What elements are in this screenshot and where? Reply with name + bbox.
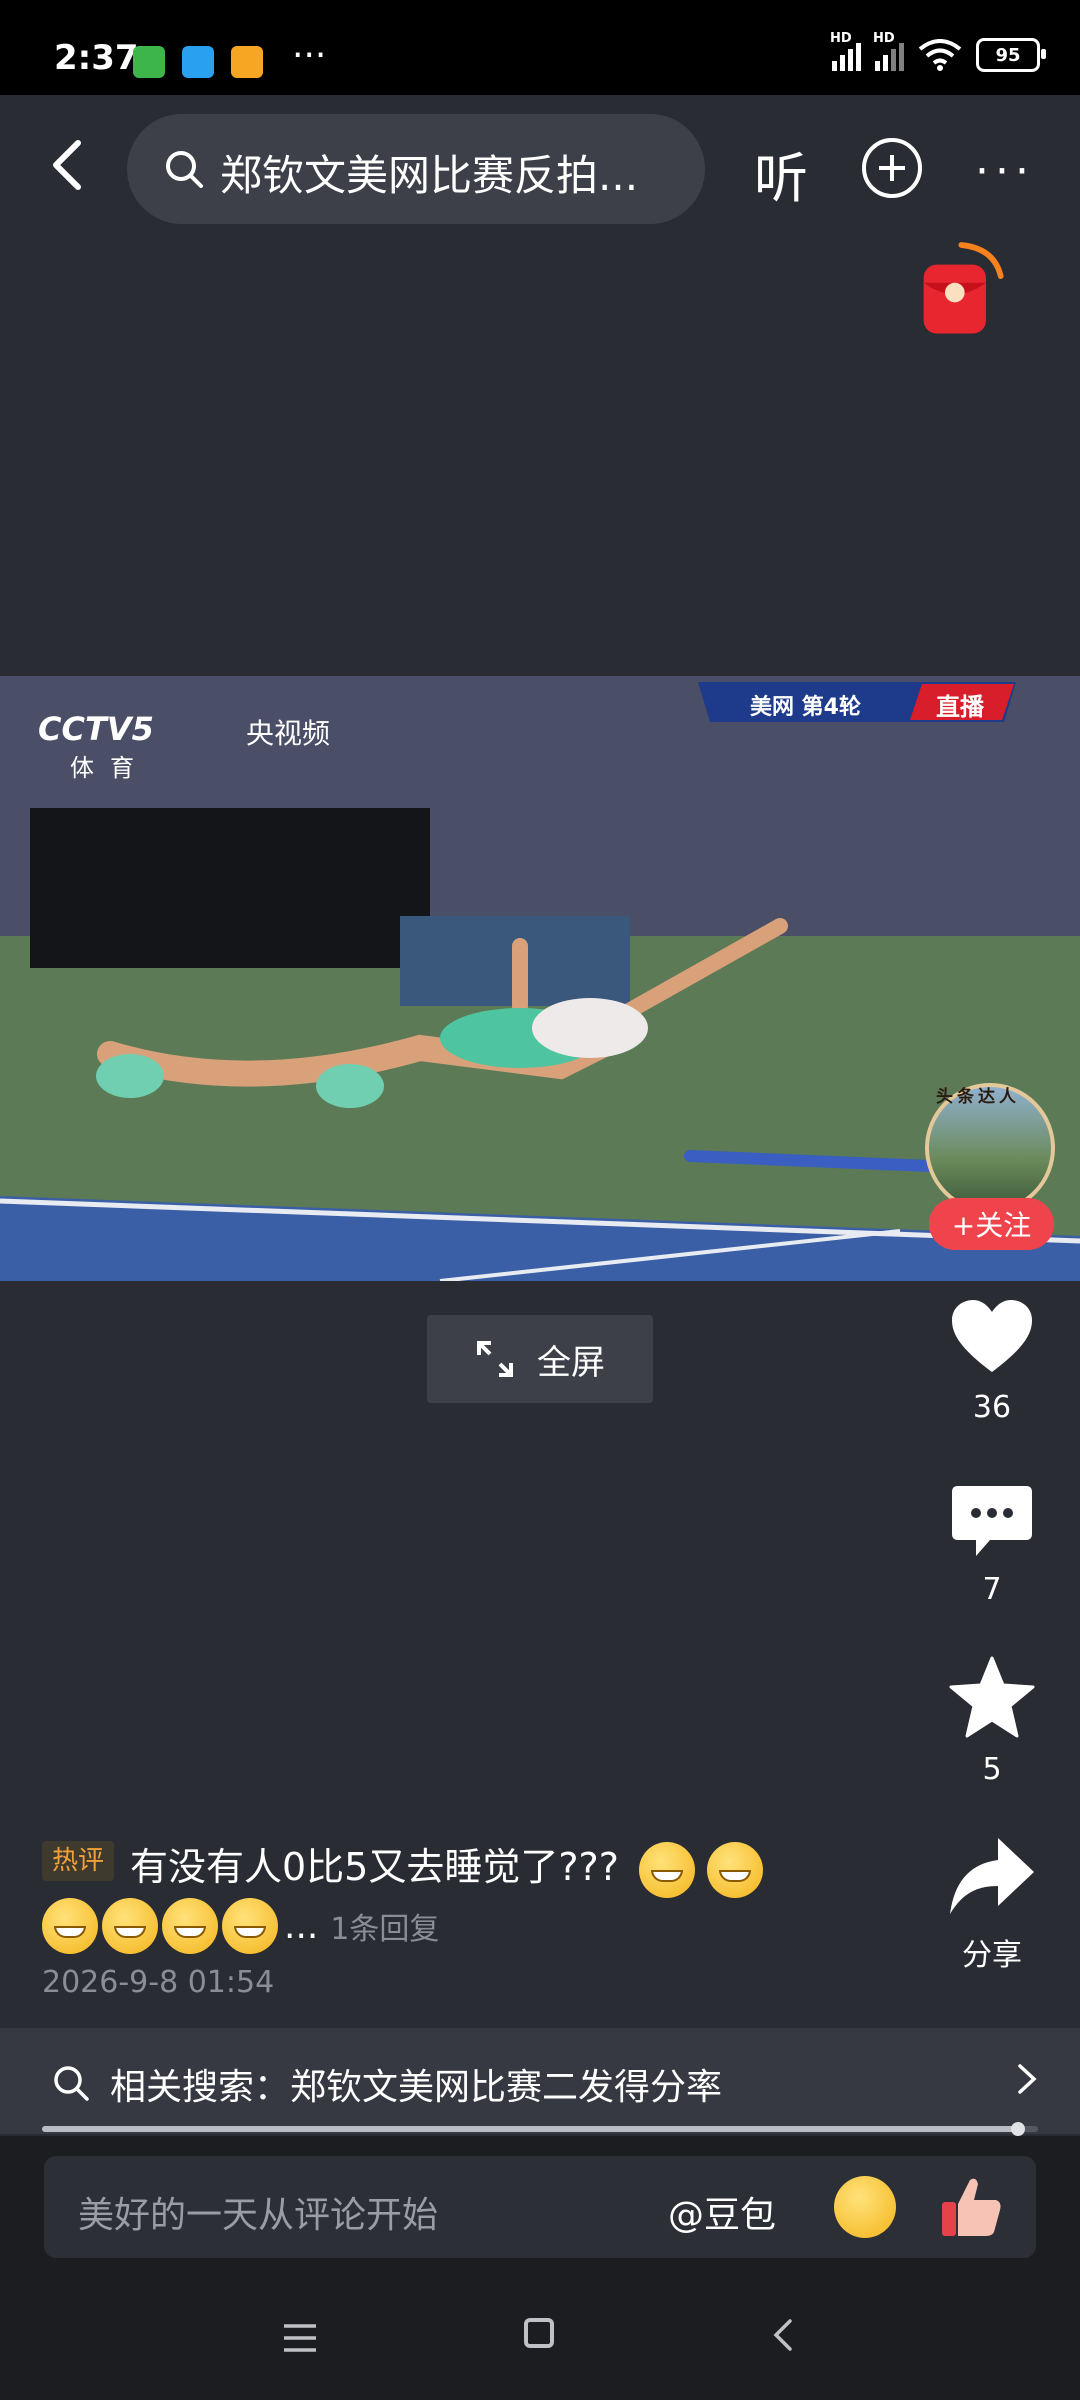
- comment-count: 7: [982, 1572, 1002, 1607]
- search-query: 郑钦文美网比赛反拍...: [220, 151, 639, 200]
- mention-doubao-button[interactable]: @豆包: [668, 2186, 776, 2238]
- favorite-count: 5: [982, 1752, 1002, 1787]
- chevron-right-icon: [1018, 2064, 1037, 2094]
- comment-timestamp: 2026-9-8 01:54: [42, 1965, 275, 2000]
- home-nav-button[interactable]: [524, 2318, 554, 2348]
- comment-icon: [952, 1486, 1032, 1556]
- yangshipin-logo: 央视频: [246, 717, 331, 750]
- comment-input[interactable]: 美好的一天从评论开始 @豆包: [44, 2156, 1036, 2258]
- message-app-icon: [231, 46, 263, 78]
- cctv5-logo: CCTV5: [38, 710, 154, 748]
- status-indicators: HD HD 95: [830, 31, 1046, 72]
- bottom-comment-bar: 美好的一天从评论开始 @豆包: [0, 2136, 1080, 2400]
- avatar-badge: 头条达人: [936, 1087, 1020, 1107]
- video-progress-bar[interactable]: [42, 2122, 1038, 2136]
- search-bar[interactable]: 郑钦文美网比赛反拍...: [127, 114, 705, 224]
- signal-icon: HD: [830, 31, 861, 71]
- rofl-emoji-icon: [102, 1898, 158, 1954]
- star-icon: [949, 1656, 1035, 1738]
- share-label: 分享: [962, 1938, 1022, 1973]
- video-player[interactable]: CCTV5 体育 央视频 美网 第4轮 直播: [0, 676, 1080, 1281]
- progress-handle[interactable]: [1011, 2122, 1026, 2136]
- fullscreen-label: 全屏: [537, 1342, 605, 1383]
- red-envelope-icon[interactable]: [922, 236, 1004, 354]
- more-notifications-icon: ···: [292, 35, 327, 76]
- grin-emoji-icon: [707, 1841, 764, 1898]
- heart-icon: [952, 1300, 1032, 1372]
- comment-placeholder: 美好的一天从评论开始: [78, 2195, 439, 2236]
- status-time: 2:37: [54, 38, 139, 78]
- cctv5-sub-logo: 体育: [70, 754, 150, 782]
- share-icon: [950, 1838, 1034, 1914]
- fullscreen-button[interactable]: 全屏: [427, 1315, 653, 1403]
- grin-emoji-icon: [42, 1898, 98, 1954]
- download-app-icon: [133, 46, 165, 78]
- more-options-button[interactable]: ···: [975, 146, 1035, 197]
- follow-button[interactable]: +关注: [929, 1198, 1054, 1250]
- battery-icon: 95: [976, 38, 1046, 72]
- thumbs-up-icon[interactable]: [940, 2174, 1004, 2240]
- search-icon: [54, 2066, 89, 2101]
- grin-emoji-icon: [638, 1841, 695, 1898]
- like-button[interactable]: 36: [940, 1298, 1044, 1425]
- share-button[interactable]: 分享: [940, 1836, 1044, 1974]
- menu-nav-button[interactable]: [282, 2322, 318, 2354]
- hot-comment-badge: 热评: [42, 1841, 115, 1881]
- wifi-icon: [918, 39, 962, 71]
- back-button[interactable]: [40, 135, 100, 195]
- related-search-text: 相关搜索：郑钦文美网比赛二发得分率: [110, 2067, 723, 2108]
- comment-ellipsis: ...: [284, 1905, 319, 1947]
- signal-icon-2: HD: [873, 31, 904, 71]
- favorite-button[interactable]: 5: [940, 1656, 1044, 1787]
- progress-fill: [42, 2126, 1019, 2132]
- search-icon: [166, 151, 203, 188]
- status-bar: 2:37 ··· HD HD 95: [0, 0, 1080, 95]
- reply-count-link[interactable]: 1条回复: [330, 1904, 439, 1948]
- related-search-bar[interactable]: 相关搜索：郑钦文美网比赛二发得分率: [0, 2028, 1080, 2134]
- back-nav-button[interactable]: [770, 2318, 796, 2352]
- laugh-emoji-icon: [222, 1898, 278, 1954]
- match-round-text: 美网 第4轮: [750, 695, 861, 720]
- comment-emoji-row: ... 1条回复: [42, 1898, 439, 1954]
- expand-icon: [477, 1341, 513, 1377]
- comment-button[interactable]: 7: [940, 1484, 1044, 1607]
- video-frame: [0, 676, 1080, 1281]
- add-button[interactable]: [862, 138, 922, 198]
- like-count: 36: [972, 1390, 1012, 1425]
- laugh-emoji-icon: [162, 1898, 218, 1954]
- crying-emoji-icon[interactable]: [834, 2176, 896, 2238]
- hot-comment-text[interactable]: 有没有人0比5又去睡觉了???: [130, 1836, 764, 1898]
- cloud-app-icon: [182, 46, 214, 78]
- live-badge: 直播: [936, 693, 984, 721]
- listen-button[interactable]: 听: [754, 134, 808, 213]
